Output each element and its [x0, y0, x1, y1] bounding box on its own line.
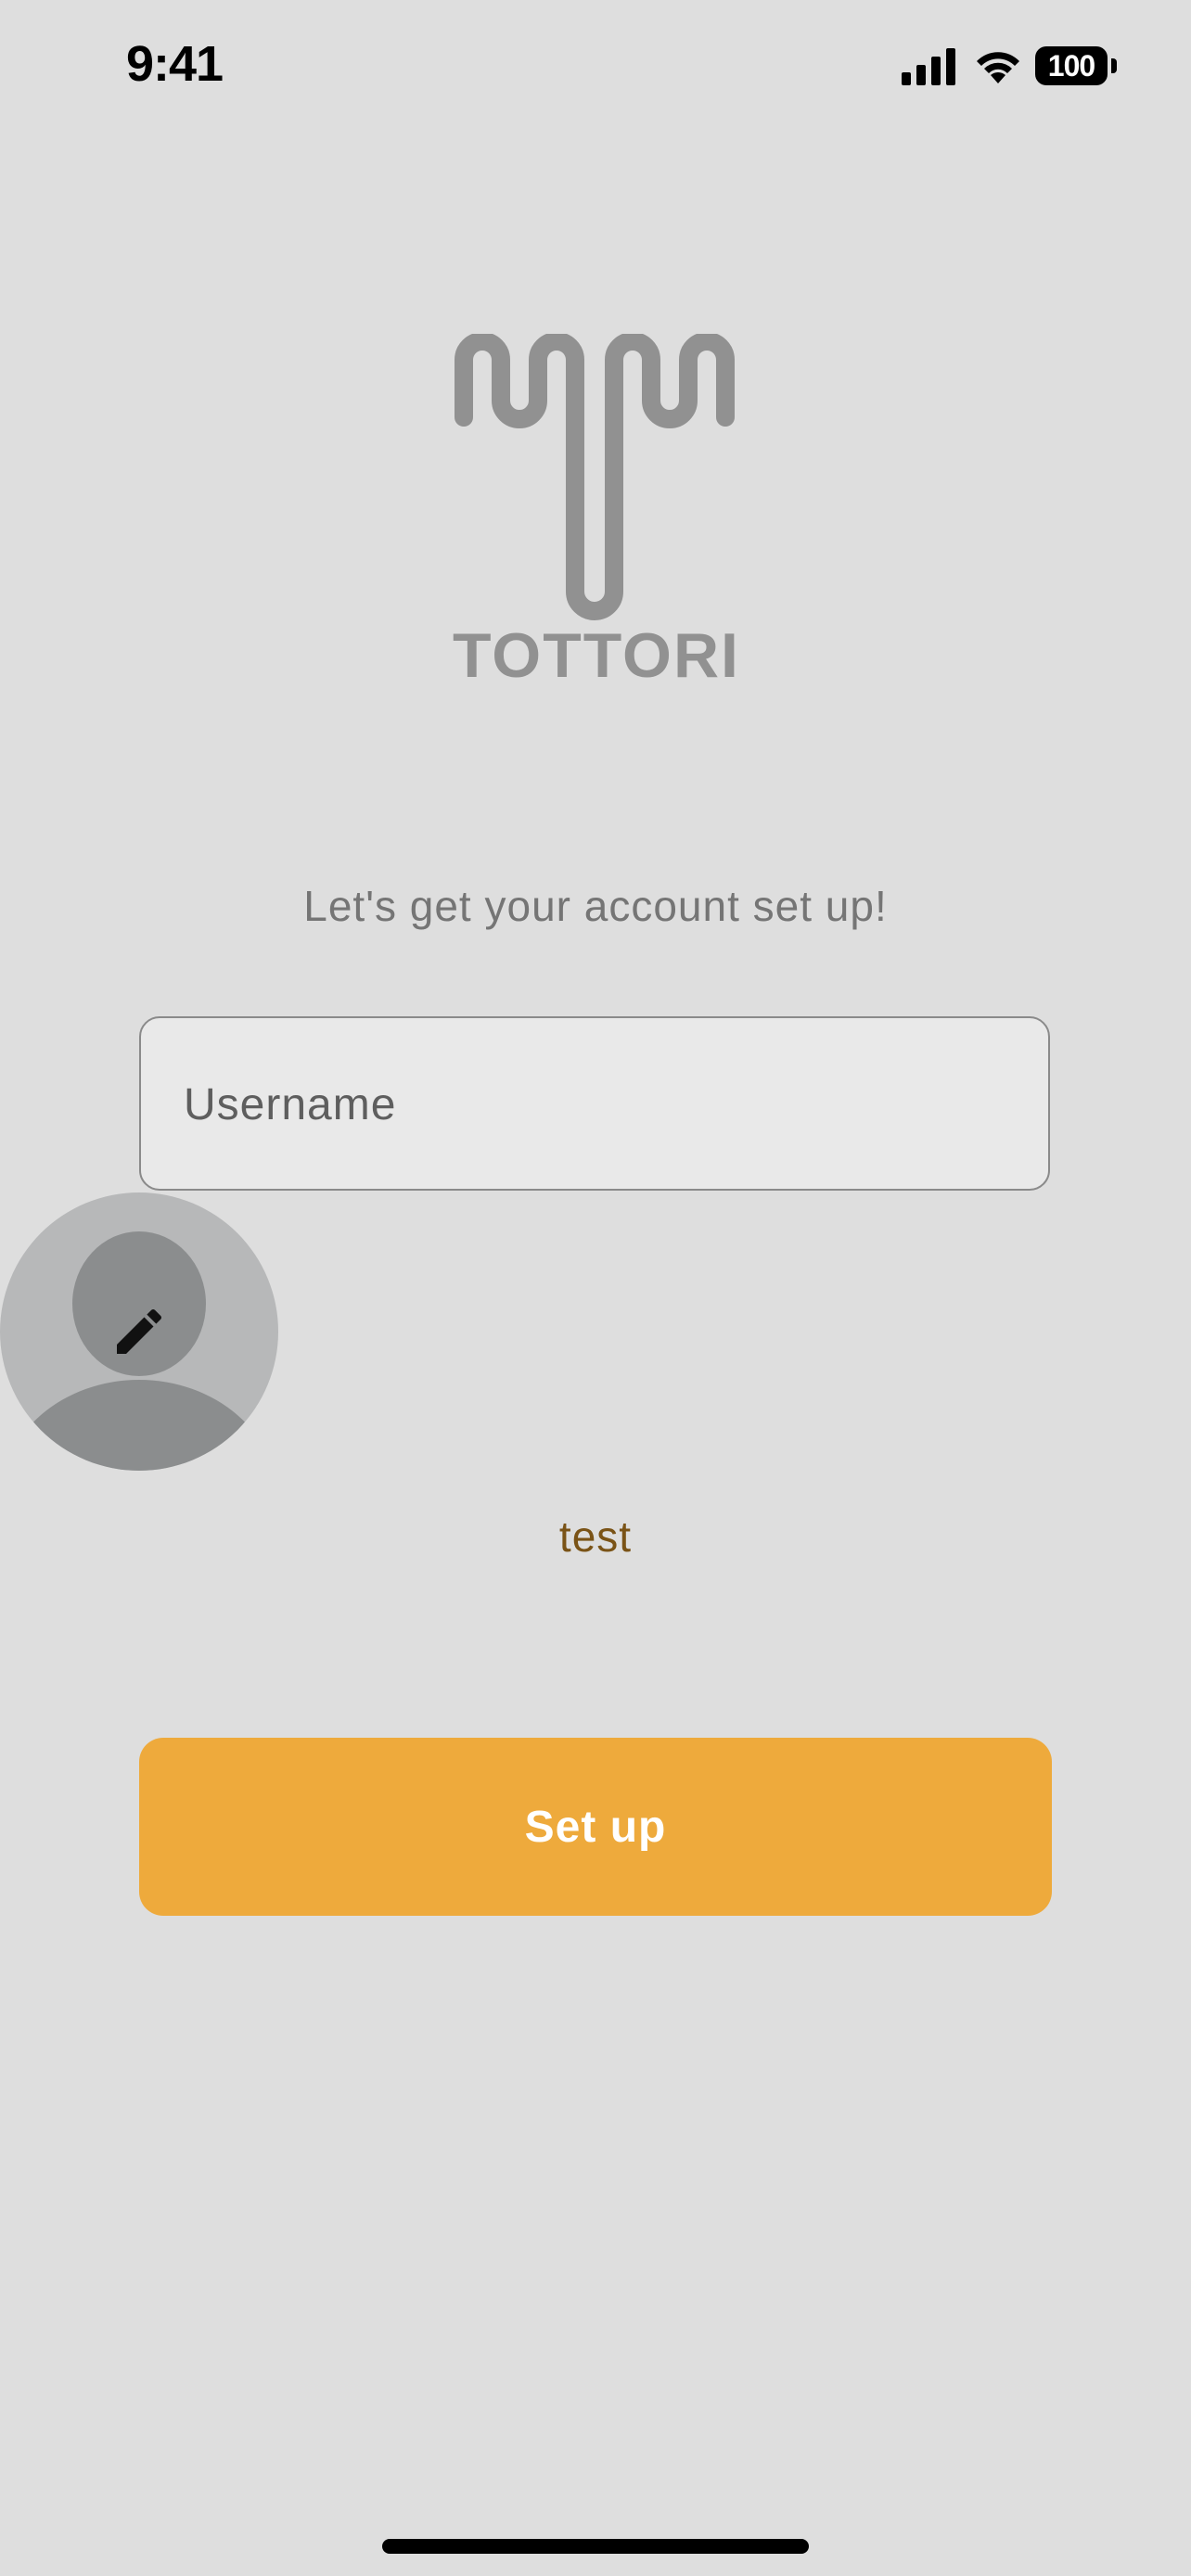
logo-text: TOTTORI [453, 620, 740, 691]
signal-icon [902, 48, 955, 85]
setup-button[interactable]: Set up [139, 1738, 1052, 1916]
wifi-icon [977, 52, 1019, 83]
edit-icon[interactable] [109, 1302, 169, 1361]
battery-icon: 100 [1035, 46, 1117, 85]
home-indicator [382, 2539, 809, 2554]
status-time: 9:41 [126, 36, 224, 92]
username-field[interactable] [139, 1016, 1050, 1191]
page-title: Let's get your account set up! [303, 882, 888, 930]
avatar-body [0, 1380, 278, 1471]
tottori-logo-icon [455, 334, 735, 620]
test-label: test [558, 1512, 633, 1561]
battery-nub [1111, 58, 1117, 73]
username-input[interactable] [182, 1018, 1002, 1191]
app-logo: TOTTORI [453, 334, 738, 691]
status-bar: 9:41 100 [0, 0, 1191, 139]
battery-level: 100 [1035, 46, 1108, 85]
